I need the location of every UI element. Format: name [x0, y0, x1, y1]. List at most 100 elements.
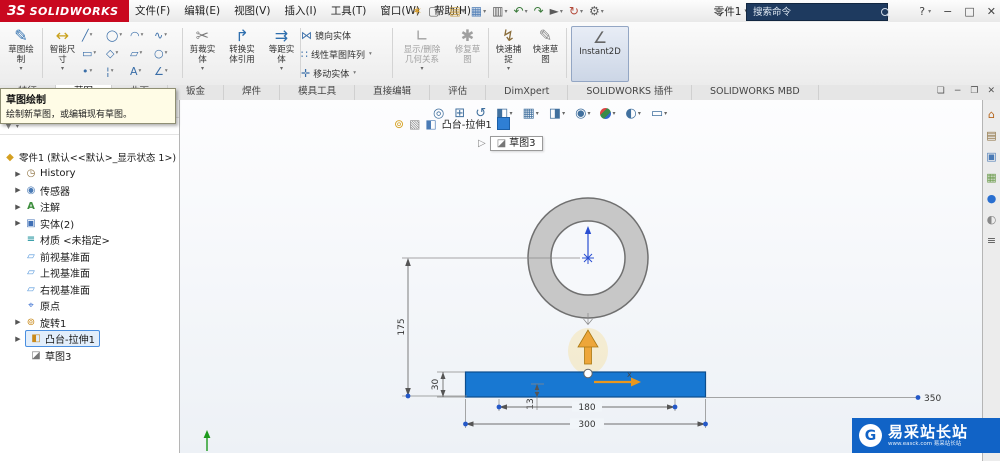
chevron-down-icon[interactable]: ▾	[536, 110, 539, 117]
chevron-down-icon[interactable]: ▾	[560, 8, 563, 15]
quick-snaps-button[interactable]: ↯ 快速捕 捉 ▾	[491, 25, 526, 83]
chevron-down-icon[interactable]: ▾	[369, 51, 372, 57]
restore-document-button[interactable]: ❐	[970, 86, 978, 96]
chevron-down-icon[interactable]: ▾	[664, 110, 667, 117]
dimension-30[interactable]: 30	[431, 371, 465, 398]
expand-arrow-icon[interactable]: ▶	[14, 186, 22, 194]
menu-tools[interactable]: 工具(T)	[324, 0, 374, 22]
feature-breadcrumb-icon[interactable]: ◧	[425, 117, 436, 131]
help-button[interactable]: ?	[919, 5, 925, 18]
move-entities-button[interactable]: ✛ 移动实体 ▾	[301, 64, 356, 82]
repair-sketch-button[interactable]: ✱ 修复草 图	[450, 25, 485, 83]
chevron-down-icon[interactable]: ▾	[139, 50, 142, 56]
sketch-button[interactable]: ✎ 草图绘 制 ▾	[2, 25, 40, 83]
chevron-down-icon[interactable]: ▾	[420, 65, 423, 72]
trim-entities-button[interactable]: ✂ 剪裁实 体 ▾	[185, 25, 220, 83]
chevron-down-icon[interactable]: ▾	[280, 65, 283, 72]
tree-item-sketch3[interactable]: ◪ 草图3	[0, 347, 179, 364]
chevron-down-icon[interactable]: ▾	[165, 68, 168, 74]
document-title[interactable]: 零件1 ▾	[714, 0, 748, 22]
tab-evaluate[interactable]: 评估	[430, 85, 487, 100]
expand-arrow-icon[interactable]: ▶	[14, 203, 22, 211]
expand-arrow-icon[interactable]: ▶	[14, 219, 22, 227]
instant2d-toggle-button[interactable]: ∠ Instant2D	[571, 26, 629, 82]
menu-view[interactable]: 视图(V)	[227, 0, 277, 22]
view-orientation-button[interactable]: ▦ ▾	[522, 106, 538, 121]
tab-dimxpert[interactable]: DimXpert	[486, 85, 569, 100]
chevron-down-icon[interactable]: ▾	[525, 8, 528, 15]
display-style-button[interactable]: ◨ ▾	[549, 106, 565, 121]
apply-scene-button[interactable]: ◐ ▾	[625, 106, 640, 121]
chevron-down-icon[interactable]: ▾	[201, 65, 204, 72]
appearances-icon[interactable]: ●	[987, 192, 997, 205]
search-input[interactable]	[751, 5, 877, 19]
sketch-origin-point[interactable]	[583, 368, 593, 379]
chevron-down-icon[interactable]: ▾	[507, 65, 510, 72]
part-breadcrumb-icon[interactable]: ⊚	[394, 117, 404, 131]
tab-direct-editing[interactable]: 直接编辑	[355, 85, 431, 100]
search-icon[interactable]	[881, 8, 889, 16]
chevron-down-icon[interactable]: ▾	[115, 50, 118, 56]
tab-weldments[interactable]: 焊件	[224, 85, 281, 100]
centerline-tool-button[interactable]: ¦ ▾	[106, 65, 130, 78]
arc-tool-button[interactable]: ◠ ▾	[130, 29, 154, 42]
tree-item-material[interactable]: ≡ 材质 <未指定>	[0, 232, 179, 249]
view-palette-icon[interactable]: ▦	[986, 171, 996, 184]
minimize-document-button[interactable]: −	[954, 86, 962, 96]
chevron-down-icon[interactable]: ▾	[638, 110, 641, 117]
chevron-down-icon[interactable]: ▾	[562, 110, 565, 117]
tree-item-front-plane[interactable]: ▱ 前视基准面	[0, 248, 179, 265]
close-document-button[interactable]: ✕	[987, 86, 995, 96]
tree-root-part[interactable]: ◆ 零件1 (默认<<默认>_显示状态 1>)	[0, 149, 179, 166]
select-button[interactable]: ► ▾	[550, 4, 563, 18]
graphics-viewport[interactable]: ◎ ⊞ ↺ ◧ ▾ ▦ ▾ ◨ ▾ ◉ ▾ ▾ ◐ ▾ ▭ ▾ ⊚ ▧ ◧ 凸台-拉伸1 ▷…	[180, 100, 983, 453]
sketch-points[interactable]	[405, 393, 921, 427]
tree-item-boss-extrude1[interactable]: ▶ ◧ 凸台-拉伸1	[0, 330, 179, 348]
tree-item-top-plane[interactable]: ▱ 上视基准面	[0, 265, 179, 282]
tree-item-revolve1[interactable]: ▶ ⊚ 旋转1	[0, 314, 179, 331]
linear-sketch-pattern-button[interactable]: ∷ 线性草图阵列 ▾	[301, 45, 372, 63]
tab-solidworks-mbd[interactable]: SOLIDWORKS MBD	[692, 85, 819, 100]
display-delete-relations-button[interactable]: ∟ 显示/删除 几何关系 ▾	[396, 25, 448, 83]
custom-properties-icon[interactable]: ≡	[987, 234, 996, 247]
hide-show-items-button[interactable]: ◉ ▾	[575, 106, 590, 121]
menu-insert[interactable]: 插入(I)	[277, 0, 323, 22]
chevron-down-icon[interactable]: ▾	[483, 8, 486, 15]
convert-entities-button[interactable]: ↱ 转换实 体引用	[222, 25, 262, 83]
dimension-350[interactable]: 350	[705, 394, 942, 404]
favorites-star-icon[interactable]: ✶	[412, 4, 422, 18]
open-button[interactable]: ▤ ▾	[449, 4, 464, 18]
minimize-button[interactable]: −	[943, 5, 952, 18]
sketch-region-icon[interactable]	[496, 117, 510, 130]
rebuild-button[interactable]: ↻ ▾	[569, 4, 583, 18]
save-button[interactable]: ▦ ▾	[471, 4, 486, 18]
body-breadcrumb-icon[interactable]: ▧	[409, 117, 420, 131]
circle-tool-button[interactable]: ◯ ▾	[106, 29, 130, 42]
expand-arrow-icon[interactable]: ▶	[14, 335, 22, 343]
window-menu-icon[interactable]: ❏	[937, 86, 945, 96]
chevron-down-icon[interactable]: ▾	[440, 8, 443, 15]
close-button[interactable]: ✕	[987, 5, 996, 18]
design-library-icon[interactable]: ▤	[986, 129, 996, 142]
chevron-down-icon[interactable]: ▾	[90, 32, 93, 38]
chevron-down-icon[interactable]: ▾	[504, 8, 507, 15]
menu-file[interactable]: 文件(F)	[128, 0, 177, 22]
tab-sheet-metal[interactable]: 钣金	[168, 85, 225, 100]
tree-item-origin[interactable]: ⌖ 原点	[0, 298, 179, 315]
sketch-breadcrumb-chip[interactable]: ◪ 草图3	[489, 136, 543, 151]
scene-icon[interactable]: ◐	[987, 213, 997, 226]
chevron-down-icon[interactable]: ▾	[90, 68, 93, 74]
chevron-down-icon[interactable]: ▾	[93, 50, 96, 56]
rapid-sketch-button[interactable]: ✎ 快速草 图	[528, 25, 563, 83]
expand-arrow-icon[interactable]: ▶	[14, 170, 22, 178]
chevron-down-icon[interactable]: ▾	[111, 68, 114, 74]
tree-item-solid-bodies[interactable]: ▶ ▣ 实体(2)	[0, 215, 179, 232]
chamfer-tool-button[interactable]: ∠ ▾	[154, 65, 178, 78]
chevron-down-icon[interactable]: ▾	[164, 32, 167, 38]
view-settings-button[interactable]: ▭ ▾	[651, 106, 667, 121]
chevron-down-icon[interactable]: ▾	[119, 32, 122, 38]
breadcrumb-feature-label[interactable]: 凸台-拉伸1	[442, 116, 492, 131]
text-tool-button[interactable]: A ▾	[130, 65, 154, 78]
rectangle-tool-button[interactable]: ▭ ▾	[82, 47, 106, 60]
tree-item-sensors[interactable]: ▶ ◉ 传感器	[0, 182, 179, 199]
